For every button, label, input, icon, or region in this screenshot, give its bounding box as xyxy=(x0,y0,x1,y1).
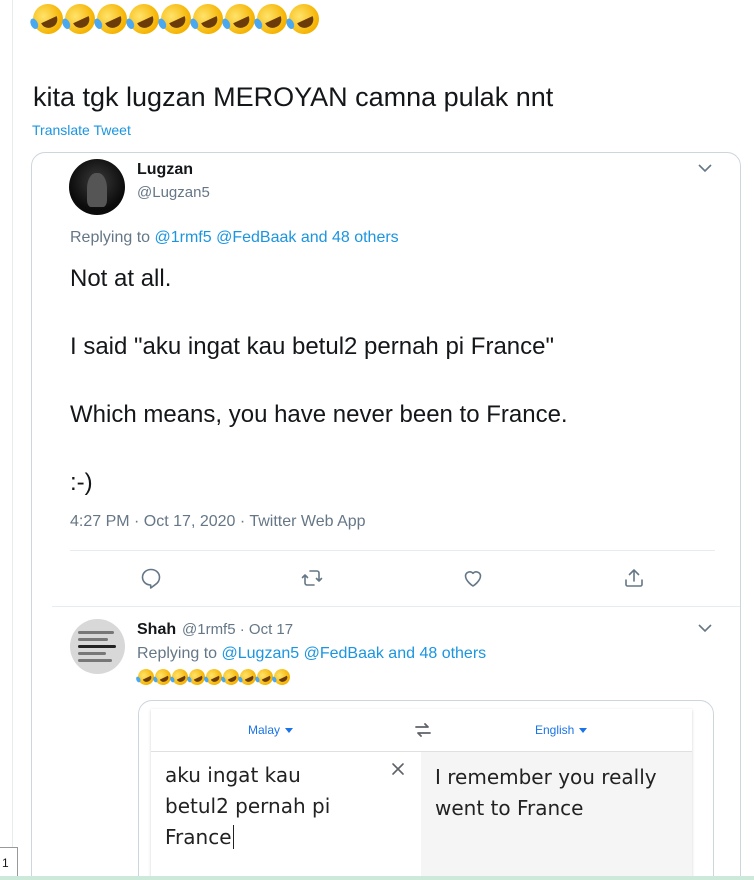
share-icon[interactable] xyxy=(622,566,646,590)
divider xyxy=(70,550,715,551)
tweet-line-1: Not at all. xyxy=(70,265,172,292)
author-handle-date-shah[interactable]: @1rmf5 · Oct 17 xyxy=(182,621,293,638)
target-language-select: English xyxy=(535,723,588,737)
attached-image[interactable]: Malay English aku ingat kau betul2 perna… xyxy=(138,700,714,880)
tweet-line-4: :-) xyxy=(70,469,93,496)
divider xyxy=(52,606,740,607)
source-text-panel: aku ingat kau betul2 pernah pi France xyxy=(151,751,421,880)
swap-languages-icon xyxy=(415,723,431,737)
left-rule xyxy=(12,0,13,880)
text-cursor xyxy=(232,825,234,849)
source-text-line: France xyxy=(165,822,330,853)
avatar-lugzan[interactable] xyxy=(69,159,125,215)
bottom-strip xyxy=(0,876,754,880)
page-number: 1 xyxy=(0,847,18,877)
source-language-label: Malay xyxy=(248,723,281,737)
author-name-lugzan[interactable]: Lugzan xyxy=(137,161,193,179)
replying-prefix: Replying to xyxy=(70,229,151,246)
target-text: I remember you really went to France xyxy=(435,762,657,824)
translate-tweet-link[interactable]: Translate Tweet xyxy=(32,122,131,138)
retweet-icon[interactable] xyxy=(300,566,324,590)
source-text-line: betul2 pernah pi xyxy=(165,794,331,818)
replying-prefix: Replying to xyxy=(137,645,218,662)
reply-icon[interactable] xyxy=(139,566,163,590)
replying-to-lugzan: Replying to @1rmf5 @FedBaak and 48 other… xyxy=(70,229,399,247)
target-text-panel: I remember you really went to France xyxy=(421,751,692,880)
chevron-down-icon[interactable] xyxy=(697,623,713,633)
chevron-down-icon[interactable] xyxy=(697,163,713,173)
target-language-label: English xyxy=(535,723,575,737)
target-text-line: I remember you really xyxy=(435,765,657,789)
reply-emoji-row xyxy=(135,666,293,688)
tweet-text: kita tgk lugzan MEROYAN camna pulak nnt xyxy=(33,82,554,112)
caret-down-icon xyxy=(285,728,294,734)
author-handle-lugzan[interactable]: @Lugzan5 xyxy=(137,184,210,201)
source-text: aku ingat kau betul2 pernah pi France xyxy=(165,760,330,853)
author-name-shah[interactable]: Shah xyxy=(137,621,176,639)
clear-icon xyxy=(392,763,404,775)
avatar-shah[interactable] xyxy=(70,619,125,674)
source-text-line-end: France xyxy=(165,825,232,849)
rofl-emoji-icon xyxy=(284,0,324,39)
google-translate-widget: Malay English aku ingat kau betul2 perna… xyxy=(151,709,692,880)
tweet-timestamp[interactable]: 4:27 PM · Oct 17, 2020 · Twitter Web App xyxy=(70,513,366,531)
replying-links[interactable]: @Lugzan5 @FedBaak and 48 others xyxy=(222,645,487,662)
tweet-line-2: I said "aku ingat kau betul2 pernah pi F… xyxy=(70,333,555,360)
like-icon[interactable] xyxy=(461,566,485,590)
rofl-emoji-icon xyxy=(271,666,293,688)
replying-to-shah: Replying to @Lugzan5 @FedBaak and 48 oth… xyxy=(137,645,486,663)
tweet-line-3: Which means, you have never been to Fran… xyxy=(70,401,568,428)
source-language-select: Malay xyxy=(248,723,294,737)
emoji-row xyxy=(28,0,324,39)
caret-down-icon xyxy=(579,728,588,734)
replying-links[interactable]: @1rmf5 @FedBaak and 48 others xyxy=(155,229,399,246)
target-text-line: went to France xyxy=(435,796,584,820)
source-text-line: aku ingat kau xyxy=(165,763,301,787)
